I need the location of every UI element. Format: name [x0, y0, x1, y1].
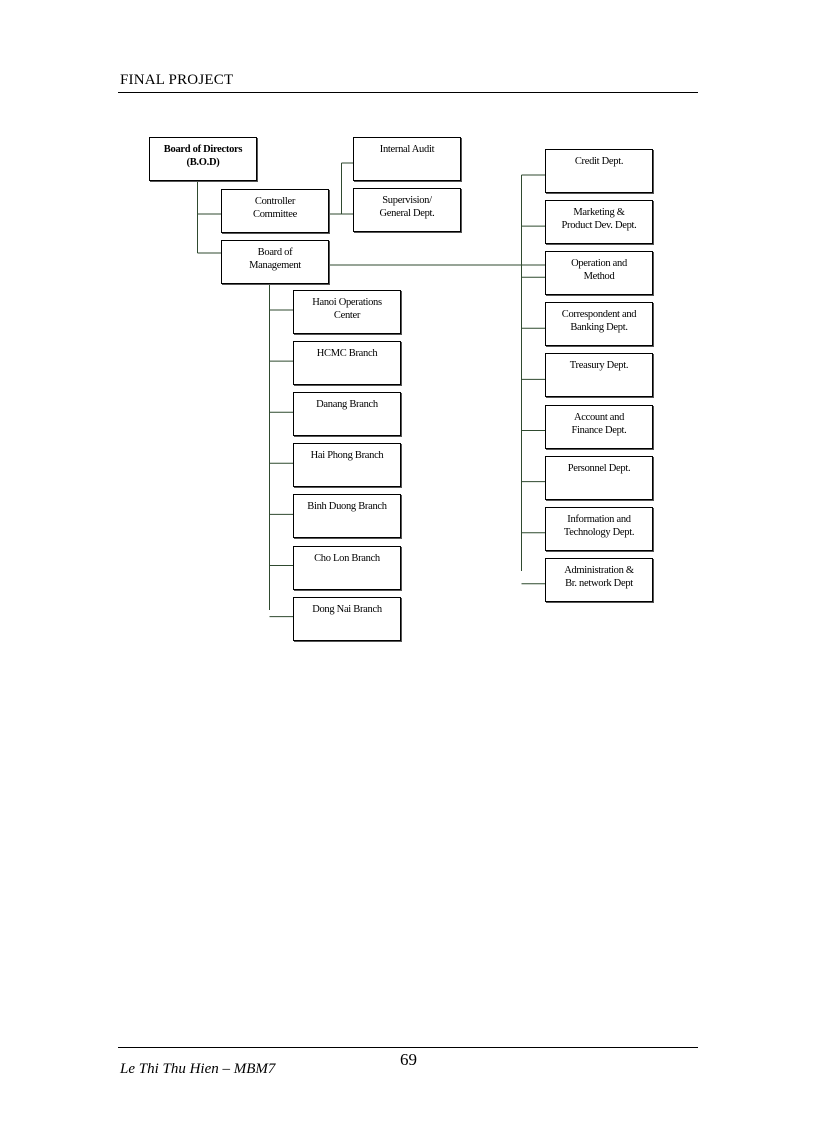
branch-box: Cho Lon Branch [293, 545, 401, 590]
department-box: Correspondent and Banking Dept. [545, 302, 653, 347]
branch-box: Hai Phong Branch [293, 443, 401, 488]
box-label: HCMC Branch [316, 348, 378, 360]
branch-box: Hanoi Operations Center [293, 290, 401, 334]
box-label: Binh Duong Branch [307, 501, 387, 513]
box-label: Hanoi Operations Center [312, 297, 382, 321]
footer-rule [118, 1047, 698, 1048]
department-box: Administration & Br. network Dept [545, 557, 653, 602]
box-label: Supervision/ General Dept. [379, 195, 435, 219]
department-box: Personnel Dept. [545, 455, 653, 500]
branch-box: Danang Branch [293, 392, 401, 437]
org-box-audit: Internal Audit [353, 137, 461, 181]
org-box-bod: Board of Directors (B.O.D) [149, 137, 257, 181]
department-box: Marketing & Product Dev. Dept. [545, 200, 653, 245]
box-label: Marketing & Product Dev. Dept. [561, 207, 637, 232]
box-label: Controller Committee [253, 196, 297, 220]
org-box-controller: Controller Committee [221, 189, 329, 233]
department-box: Information and Technology Dept. [545, 506, 653, 551]
document-page: FINAL PROJECT Board of Directors (B.O.D)… [0, 0, 816, 1123]
box-label: Board of Directors (B.O.D) [163, 144, 243, 168]
box-label: Hai Phong Branch [310, 450, 384, 462]
page-number: 69 [400, 1050, 417, 1069]
box-label: Account and Finance Dept. [571, 411, 627, 436]
box-label: Correspondent and Banking Dept. [561, 309, 637, 334]
branch-box: Dong Nai Branch [293, 596, 401, 641]
box-label: Credit Dept. [574, 156, 624, 167]
branch-box: Binh Duong Branch [293, 494, 401, 539]
box-label: Operation and Method [571, 258, 627, 283]
box-label: Personnel Dept. [567, 462, 631, 474]
box-label: Cho Lon Branch [314, 552, 380, 564]
box-label: Treasury Dept. [569, 360, 629, 372]
department-box: Account and Finance Dept. [545, 404, 653, 449]
branch-box: HCMC Branch [293, 341, 401, 386]
box-label: Administration & Br. network Dept [564, 564, 634, 589]
footer-author: Le Thi Thu Hien – MBM7 [120, 1061, 276, 1077]
department-box: Credit Dept. [545, 149, 653, 193]
box-label: Board of Management [249, 247, 301, 271]
box-label: Dong Nai Branch [312, 603, 382, 615]
org-box-supervision: Supervision/ General Dept. [353, 188, 461, 232]
department-box: Treasury Dept. [545, 353, 653, 398]
box-label: Internal Audit [379, 144, 435, 155]
box-label: Information and Technology Dept. [563, 513, 635, 538]
box-label: Danang Branch [316, 399, 378, 411]
department-box: Operation and Method [545, 251, 653, 296]
org-box-bom: Board of Management [221, 240, 329, 284]
